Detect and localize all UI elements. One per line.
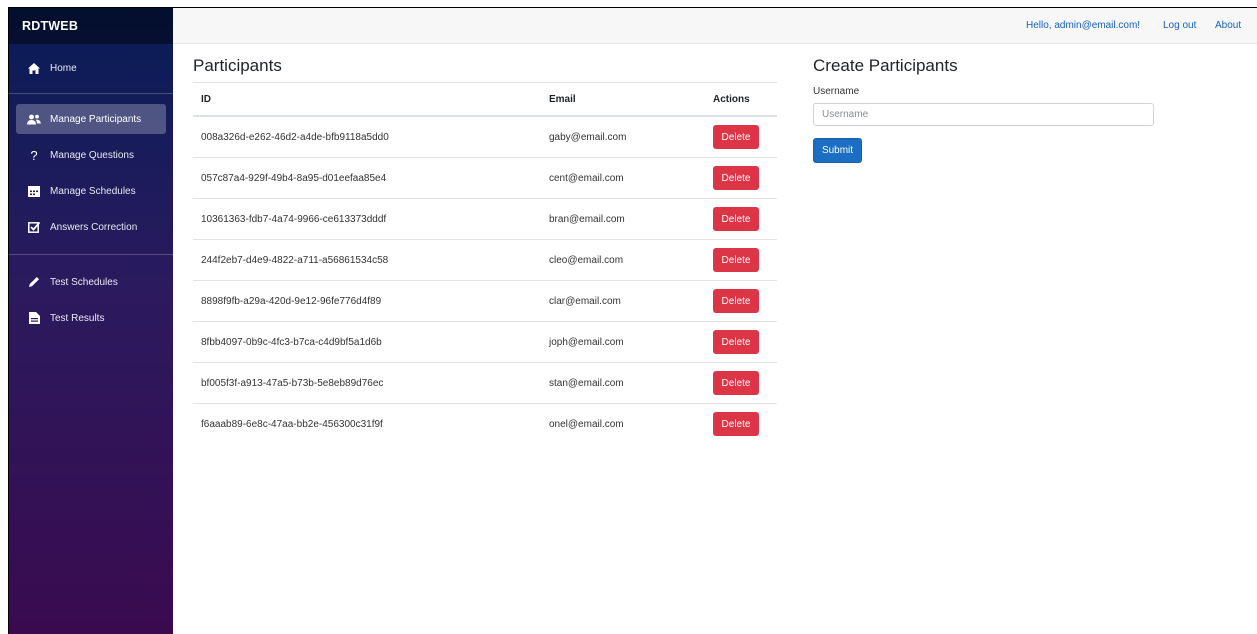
nav-group-main: Home [9,44,173,93]
sidebar: RDTWEB Home Manage Participants ? Manage… [9,8,173,634]
sidebar-item-label: Test Schedules [50,276,118,288]
participant-email: stan@email.com [541,362,705,404]
table-row: 8898f9fb-a29a-420d-9e12-96fe776d4f89 clar… [193,280,777,322]
participants-title: Participants [193,56,282,75]
about-link[interactable]: About [1215,20,1241,31]
sidebar-item-label: Manage Participants [50,113,142,125]
sidebar-item-answers-correction[interactable]: Answers Correction [16,212,166,242]
greeting-link[interactable]: Hello, admin@email.com! [1026,20,1140,31]
sidebar-item-test-schedules[interactable]: Test Schedules [16,267,166,297]
participant-email: gaby@email.com [541,115,705,158]
delete-button[interactable]: Delete [713,412,759,436]
sidebar-item-test-results[interactable]: Test Results [16,303,166,333]
participants-table-body: 008a326d-e262-46d2-a4de-bfb9118a5dd0 gaby… [193,115,777,444]
question-icon: ? [30,147,38,163]
sidebar-item-label: Home [50,62,77,74]
top-bar: Hello, admin@email.com! Log out About [173,8,1257,44]
participant-id: 10361363-fdb7-4a74-9966-ce613373dddf [193,198,541,240]
participant-id: 244f2eb7-d4e9-4822-a711-a56861534c58 [193,239,541,281]
check-square-icon [27,220,41,234]
sidebar-item-label: Answers Correction [50,221,138,233]
sidebar-item-label: Manage Questions [50,149,134,161]
participant-id: 057c87a4-929f-49b4-8a95-d01eefaa85e4 [193,157,541,199]
participant-id: f6aaab89-6e8c-47aa-bb2e-456300c31f9f [193,403,541,444]
sidebar-item-manage-schedules[interactable]: Manage Schedules [16,176,166,206]
delete-button[interactable]: Delete [713,166,759,190]
delete-button[interactable]: Delete [713,207,759,231]
participant-email: cleo@email.com [541,239,705,281]
participant-email: joph@email.com [541,321,705,363]
app-window: RDTWEB Home Manage Participants ? Manage… [8,7,1257,634]
username-label: Username [813,86,860,97]
participant-actions: Delete [705,280,777,322]
sidebar-item-label: Test Results [50,312,105,324]
participant-actions: Delete [705,321,777,363]
participant-actions: Delete [705,115,777,158]
users-icon [27,112,41,126]
pencil-icon [27,275,41,289]
column-header-id: ID [193,82,541,117]
create-participants-title: Create Participants [813,56,958,75]
participant-actions: Delete [705,239,777,281]
table-row: bf005f3f-a913-47a5-b73b-5e8eb89d76ec stan… [193,362,777,404]
nav-group-admin: Manage Participants ? Manage Questions M… [9,94,173,254]
participant-id: bf005f3f-a913-47a5-b73b-5e8eb89d76ec [193,362,541,404]
participant-actions: Delete [705,403,777,444]
sidebar-item-manage-participants[interactable]: Manage Participants [16,104,166,134]
sidebar-item-home[interactable]: Home [16,53,166,83]
file-icon [27,311,41,325]
table-row: 10361363-fdb7-4a74-9966-ce613373dddf bran… [193,198,777,240]
brand-logo[interactable]: RDTWEB [9,8,173,44]
participant-email: cent@email.com [541,157,705,199]
participant-actions: Delete [705,157,777,199]
delete-button[interactable]: Delete [713,330,759,354]
column-header-actions: Actions [705,82,777,117]
sidebar-item-manage-questions[interactable]: ? Manage Questions [16,140,166,170]
logout-link[interactable]: Log out [1163,20,1196,31]
column-header-email: Email [541,82,705,117]
table-row: 8fbb4097-0b9c-4fc3-b7ca-c4d9bf5a1d6b joph… [193,321,777,363]
participant-email: onel@email.com [541,403,705,444]
table-header-row: ID Email Actions [193,82,777,117]
home-icon [27,61,41,75]
delete-button[interactable]: Delete [713,248,759,272]
participants-table: ID Email Actions 008a326d-e262-46d2-a4de… [193,82,777,444]
calendar-icon [27,184,41,198]
table-row: 008a326d-e262-46d2-a4de-bfb9118a5dd0 gaby… [193,115,777,158]
submit-button[interactable]: Submit [813,138,862,163]
nav-group-tests: Test Schedules Test Results [9,255,173,333]
table-row: 057c87a4-929f-49b4-8a95-d01eefaa85e4 cent… [193,157,777,199]
participant-id: 008a326d-e262-46d2-a4de-bfb9118a5dd0 [193,115,541,158]
delete-button[interactable]: Delete [713,125,759,149]
participant-id: 8fbb4097-0b9c-4fc3-b7ca-c4d9bf5a1d6b [193,321,541,363]
participant-email: bran@email.com [541,198,705,240]
sidebar-item-label: Manage Schedules [50,185,136,197]
delete-button[interactable]: Delete [713,289,759,313]
participant-actions: Delete [705,362,777,404]
delete-button[interactable]: Delete [713,371,759,395]
table-row: 244f2eb7-d4e9-4822-a711-a56861534c58 cleo… [193,239,777,281]
participant-actions: Delete [705,198,777,240]
participant-id: 8898f9fb-a29a-420d-9e12-96fe776d4f89 [193,280,541,322]
username-input[interactable] [813,103,1154,126]
participant-email: clar@email.com [541,280,705,322]
table-row: f6aaab89-6e8c-47aa-bb2e-456300c31f9f onel… [193,403,777,444]
